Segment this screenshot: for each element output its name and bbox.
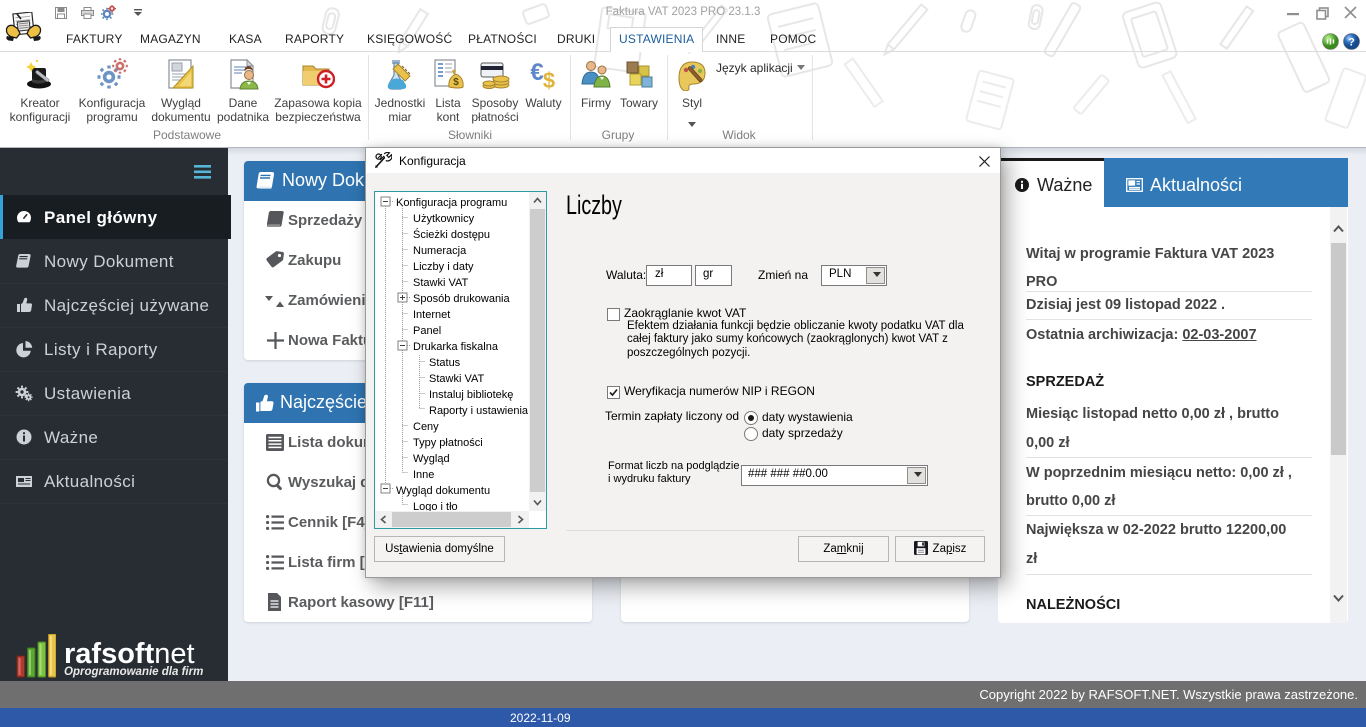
svg-text:Panel: Panel — [413, 325, 441, 337]
svg-text:Liczby i daty: Liczby i daty — [413, 261, 474, 273]
svg-text:Stawki VAT: Stawki VAT — [429, 373, 484, 385]
svg-text:Internet: Internet — [413, 309, 450, 321]
svg-text:Wygląd dokumentu: Wygląd dokumentu — [396, 485, 490, 497]
svg-text:Status: Status — [429, 357, 461, 369]
svg-text:Raporty i ustawienia: Raporty i ustawienia — [429, 405, 529, 417]
svg-text:Użytkownicy: Użytkownicy — [413, 213, 475, 225]
svg-text:Sposób drukowania: Sposób drukowania — [413, 293, 511, 305]
svg-text:Drukarka fiskalna: Drukarka fiskalna — [413, 341, 499, 353]
svg-text:Stawki VAT: Stawki VAT — [413, 277, 468, 289]
svg-text:Instaluj bibliotekę: Instaluj bibliotekę — [429, 389, 513, 401]
svg-text:Inne: Inne — [413, 469, 434, 481]
svg-text:Wygląd: Wygląd — [413, 453, 450, 465]
svg-text:Ceny: Ceny — [413, 421, 439, 433]
svg-text:Konfiguracja programu: Konfiguracja programu — [396, 197, 507, 209]
svg-text:Ścieżki dostępu: Ścieżki dostępu — [413, 228, 490, 241]
svg-text:Typy płatności: Typy płatności — [413, 437, 483, 449]
svg-text:Numeracja: Numeracja — [413, 245, 467, 257]
